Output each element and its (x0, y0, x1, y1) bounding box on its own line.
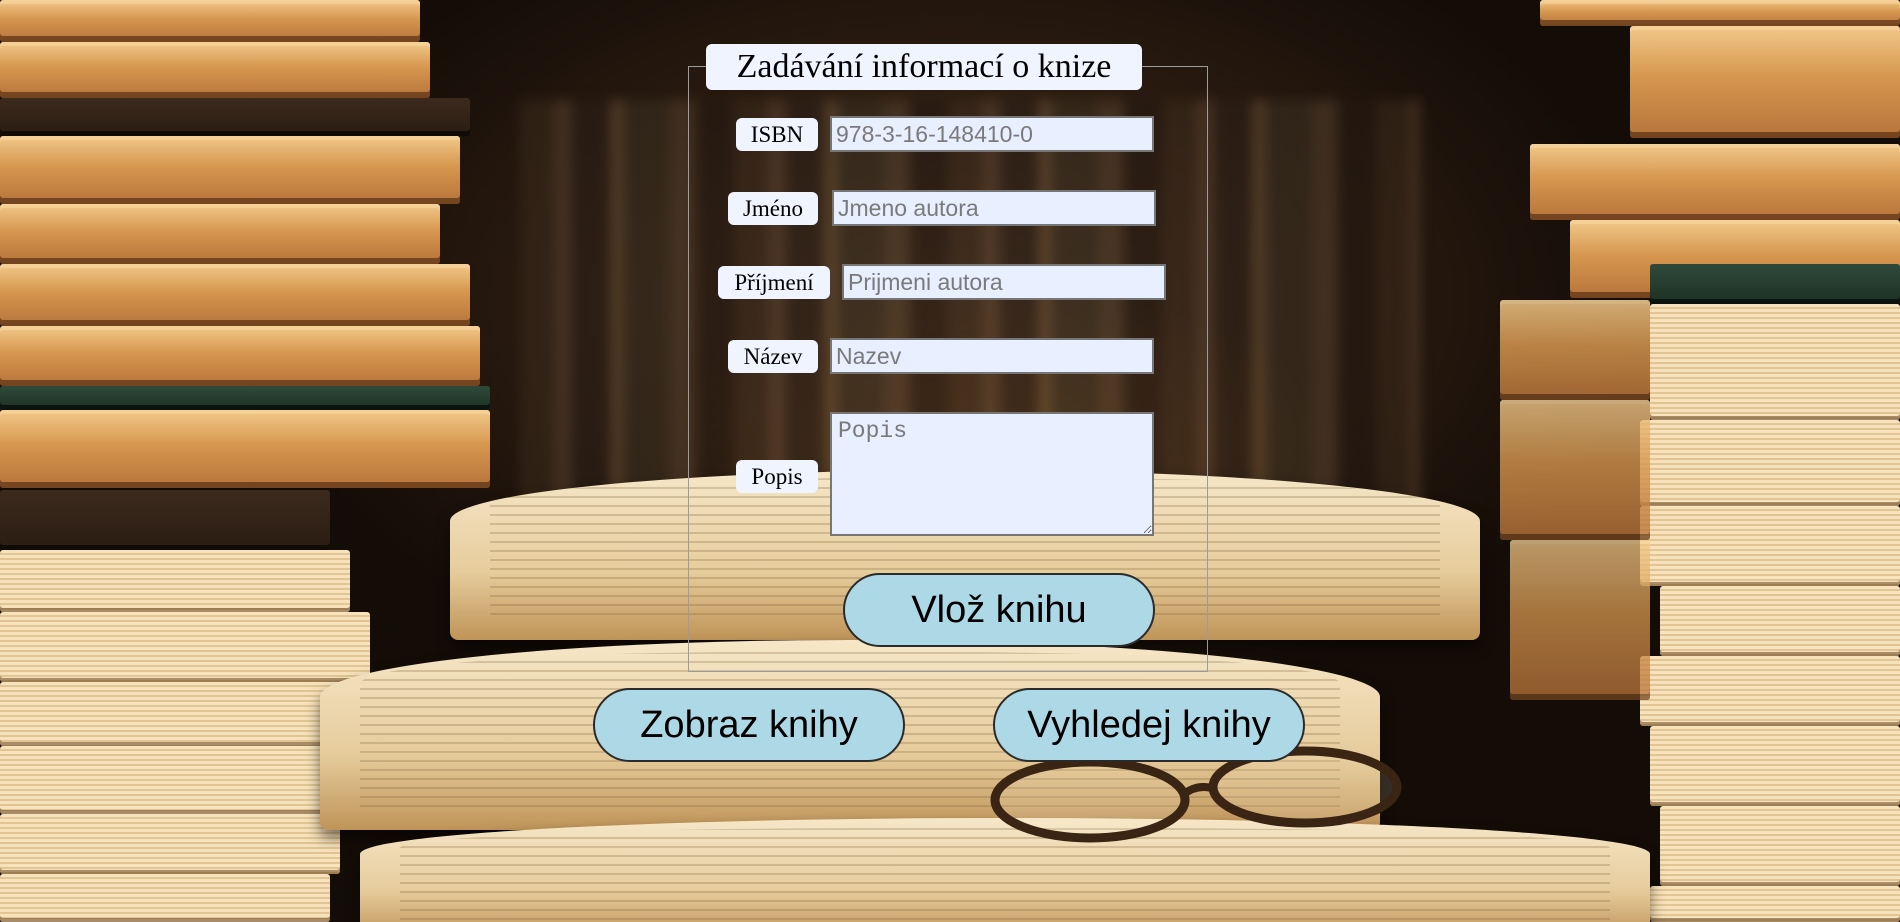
title-label: Název (728, 340, 818, 373)
last-name-label: Příjmení (718, 266, 830, 299)
show-books-button[interactable]: Zobraz knihy (593, 688, 905, 762)
first-name-label: Jméno (728, 192, 818, 225)
isbn-label: ISBN (736, 118, 818, 151)
form-title: Zadávání informací o knize (706, 44, 1142, 90)
insert-book-button[interactable]: Vlož knihu (843, 573, 1155, 647)
description-textarea[interactable] (830, 412, 1154, 536)
isbn-input[interactable] (830, 116, 1154, 152)
search-books-button[interactable]: Vyhledej knihy (993, 688, 1305, 762)
right-book-stack (1500, 0, 1900, 922)
first-name-input[interactable] (832, 190, 1156, 226)
description-label: Popis (736, 460, 818, 493)
last-name-input[interactable] (842, 264, 1166, 300)
title-input[interactable] (830, 338, 1154, 374)
